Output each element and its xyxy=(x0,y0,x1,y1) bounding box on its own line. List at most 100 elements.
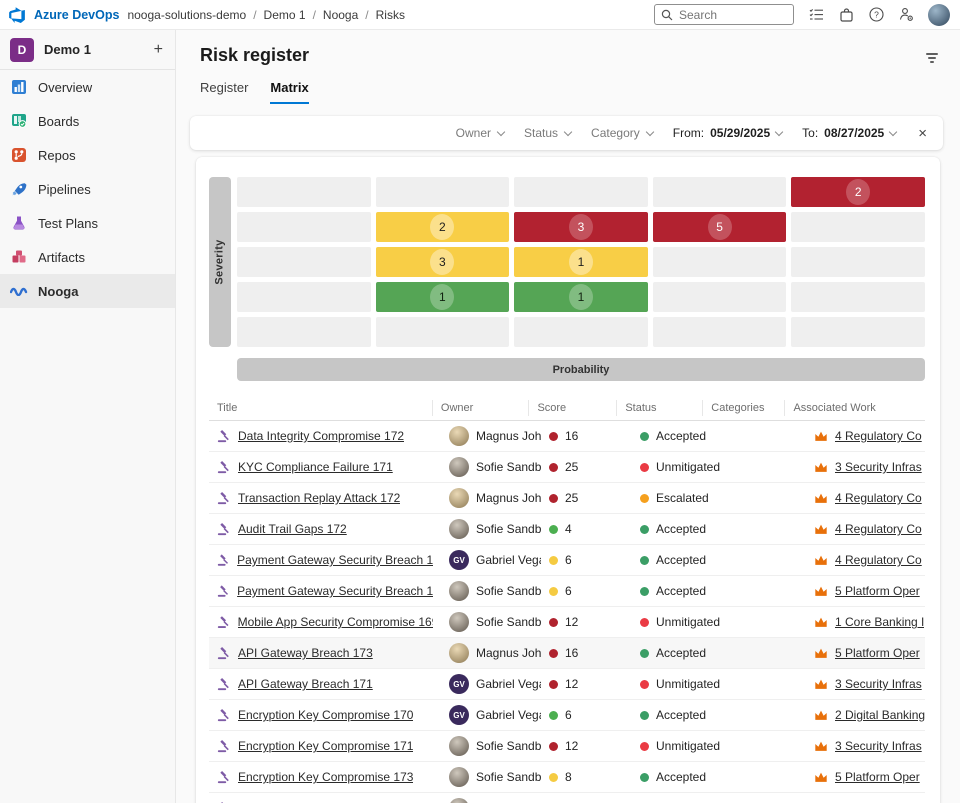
sidebar-item-artifacts[interactable]: Artifacts xyxy=(0,240,175,274)
risk-title-link[interactable]: Payment Gateway Security Breach 172 xyxy=(237,553,433,567)
azure-devops-logo-icon[interactable] xyxy=(8,6,26,24)
matrix-cell[interactable] xyxy=(514,317,648,347)
marketplace-bag-icon[interactable] xyxy=(838,7,854,23)
matrix-cell[interactable] xyxy=(653,317,787,347)
sidebar-item-overview[interactable]: Overview xyxy=(0,70,175,104)
breadcrumb-item[interactable]: Risks xyxy=(376,8,405,22)
associated-work-link[interactable]: 4 Regulatory Co xyxy=(835,553,922,567)
filter-icon[interactable] xyxy=(926,45,938,63)
table-row[interactable]: Payment Gateway Security Breach 173Sofie… xyxy=(209,576,925,607)
column-header-status[interactable]: Status xyxy=(616,400,702,416)
matrix-cell[interactable]: 5 xyxy=(653,212,787,242)
tab-matrix[interactable]: Matrix xyxy=(270,80,308,104)
column-header-title[interactable]: Title xyxy=(209,400,432,416)
risk-title-link[interactable]: Payment Gateway Security Breach 173 xyxy=(237,584,433,598)
matrix-cell[interactable]: 1 xyxy=(376,282,510,312)
table-row[interactable]: Audit Trail Gaps 172Sofie Sandber4Accept… xyxy=(209,514,925,545)
associated-work-link[interactable]: 3 Security Infras xyxy=(835,460,922,474)
help-icon[interactable]: ? xyxy=(868,7,884,23)
column-header-categories[interactable]: Categories xyxy=(702,400,784,416)
table-row[interactable]: API Gateway Breach 173Magnus Johar16Acce… xyxy=(209,638,925,669)
matrix-cell[interactable] xyxy=(237,212,371,242)
column-header-associated-work[interactable]: Associated Work xyxy=(784,400,925,416)
column-header-score[interactable]: Score xyxy=(528,400,616,416)
column-header-owner[interactable]: Owner xyxy=(432,400,529,416)
table-row[interactable]: API Gateway Breach 171GVGabriel Vega12Un… xyxy=(209,669,925,700)
owner-filter-dropdown[interactable]: Owner xyxy=(456,126,504,140)
checklist-icon[interactable] xyxy=(808,7,824,23)
risk-title-link[interactable]: Data Integrity Compromise 172 xyxy=(238,429,404,443)
table-row[interactable]: Encryption Key Compromise 173Sofie Sandb… xyxy=(209,762,925,793)
matrix-cell[interactable] xyxy=(791,317,925,347)
matrix-cell[interactable] xyxy=(237,177,371,207)
associated-work-link[interactable]: 5 Platform Oper xyxy=(835,584,920,598)
breadcrumb-item[interactable]: Nooga xyxy=(323,8,358,22)
associated-work-link[interactable]: 3 Security Infras xyxy=(835,739,922,753)
matrix-cell[interactable]: 2 xyxy=(791,177,925,207)
add-project-icon[interactable]: + xyxy=(154,41,163,59)
matrix-cell[interactable] xyxy=(376,317,510,347)
matrix-cell[interactable] xyxy=(791,247,925,277)
risk-title-link[interactable]: Mobile App Security Compromise 169 xyxy=(238,615,433,629)
associated-work-link[interactable]: 5 Platform Oper xyxy=(835,646,920,660)
associated-work-link[interactable]: 4 Regulatory Co xyxy=(835,491,922,505)
user-avatar[interactable] xyxy=(928,4,950,26)
owner-avatar xyxy=(449,736,469,756)
from-date-picker[interactable]: From:05/29/2025 xyxy=(673,126,782,140)
sidebar-item-nooga[interactable]: Nooga xyxy=(0,274,175,308)
risk-title-link[interactable]: KYC Compliance Failure 171 xyxy=(238,460,393,474)
table-row[interactable]: Mobile App Security Compromise 169Sofie … xyxy=(209,607,925,638)
risk-title-link[interactable]: Audit Trail Gaps 172 xyxy=(238,522,347,536)
matrix-cell[interactable] xyxy=(653,177,787,207)
table-row[interactable]: Encryption Key Compromise 170GVGabriel V… xyxy=(209,700,925,731)
associated-work-link[interactable]: 5 Platform Oper xyxy=(835,770,920,784)
associated-work-link[interactable]: 2 Digital Banking xyxy=(835,708,925,722)
sidebar-item-pipelines[interactable]: Pipelines xyxy=(0,172,175,206)
brand-label[interactable]: Azure DevOps xyxy=(34,8,119,22)
risk-title-link[interactable]: Encryption Key Compromise 170 xyxy=(238,708,413,722)
risk-title-link[interactable]: API Gateway Breach 173 xyxy=(238,646,373,660)
matrix-cell[interactable] xyxy=(376,177,510,207)
table-row[interactable]: Encryption Key Compromise 169Sofie Sandb… xyxy=(209,793,925,803)
table-row[interactable]: KYC Compliance Failure 171Sofie Sandber2… xyxy=(209,452,925,483)
status-filter-dropdown[interactable]: Status xyxy=(524,126,571,140)
sidebar-item-boards[interactable]: Boards xyxy=(0,104,175,138)
search-box[interactable] xyxy=(654,4,794,25)
matrix-cell[interactable] xyxy=(653,282,787,312)
associated-work-link[interactable]: 3 Security Infras xyxy=(835,677,922,691)
matrix-cell[interactable] xyxy=(237,247,371,277)
associated-work-link[interactable]: 4 Regulatory Co xyxy=(835,522,922,536)
sidebar-item-repos[interactable]: Repos xyxy=(0,138,175,172)
table-row[interactable]: Payment Gateway Security Breach 172GVGab… xyxy=(209,545,925,576)
associated-work-link[interactable]: 4 Regulatory Co xyxy=(835,429,922,443)
matrix-cell[interactable]: 2 xyxy=(376,212,510,242)
clear-filters-icon[interactable]: × xyxy=(918,125,927,142)
table-row[interactable]: Data Integrity Compromise 172Magnus Joha… xyxy=(209,421,925,452)
risk-title-link[interactable]: Encryption Key Compromise 173 xyxy=(238,770,413,784)
matrix-cell[interactable]: 3 xyxy=(376,247,510,277)
matrix-cell[interactable] xyxy=(791,212,925,242)
matrix-cell[interactable]: 3 xyxy=(514,212,648,242)
tab-register[interactable]: Register xyxy=(200,80,248,104)
matrix-cell[interactable] xyxy=(237,282,371,312)
associated-work-link[interactable]: 1 Core Banking I xyxy=(835,615,924,629)
project-selector[interactable]: D Demo 1 + xyxy=(0,30,175,70)
matrix-cell[interactable] xyxy=(791,282,925,312)
matrix-cell[interactable]: 1 xyxy=(514,282,648,312)
user-settings-icon[interactable] xyxy=(898,7,914,23)
sidebar-item-test-plans[interactable]: Test Plans xyxy=(0,206,175,240)
breadcrumb-item[interactable]: nooga-solutions-demo xyxy=(127,8,246,22)
matrix-cell[interactable] xyxy=(653,247,787,277)
risk-title-link[interactable]: Transaction Replay Attack 172 xyxy=(238,491,400,505)
table-row[interactable]: Encryption Key Compromise 171Sofie Sandb… xyxy=(209,731,925,762)
risk-title-link[interactable]: Encryption Key Compromise 171 xyxy=(238,739,413,753)
matrix-cell[interactable]: 1 xyxy=(514,247,648,277)
table-row[interactable]: Transaction Replay Attack 172Magnus Joha… xyxy=(209,483,925,514)
breadcrumb-item[interactable]: Demo 1 xyxy=(264,8,306,22)
risk-title-link[interactable]: API Gateway Breach 171 xyxy=(238,677,373,691)
matrix-cell[interactable] xyxy=(514,177,648,207)
search-input[interactable] xyxy=(679,8,779,22)
to-date-picker[interactable]: To:08/27/2025 xyxy=(802,126,896,140)
matrix-cell[interactable] xyxy=(237,317,371,347)
category-filter-dropdown[interactable]: Category xyxy=(591,126,653,140)
